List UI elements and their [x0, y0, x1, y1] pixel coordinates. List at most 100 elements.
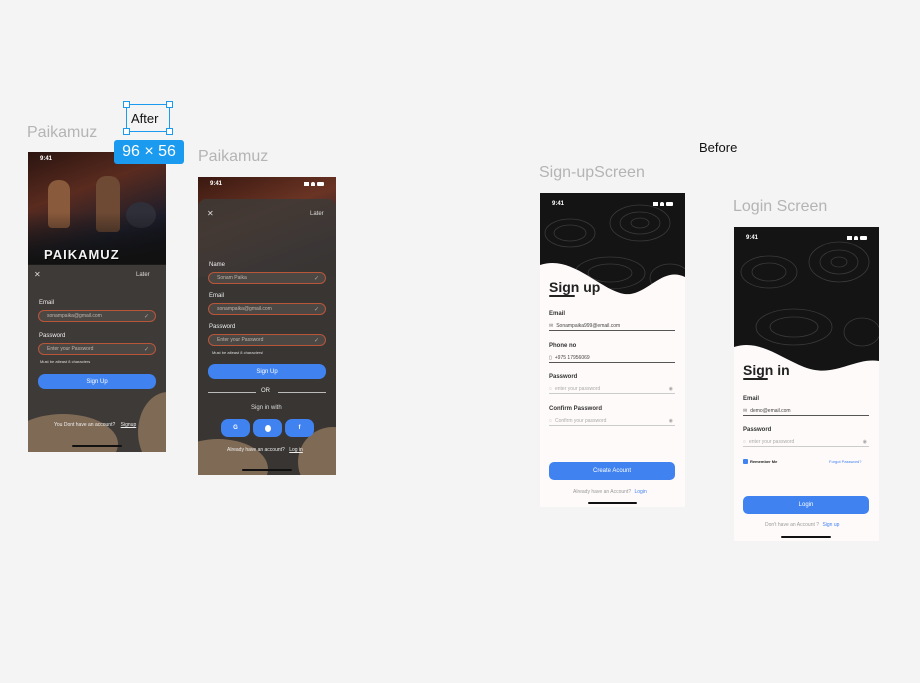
password-placeholder: Enter your Password [47, 346, 94, 352]
battery-icon [317, 182, 324, 186]
name-field[interactable]: Sonam Paika ✓ [208, 272, 326, 284]
title-underline [549, 295, 575, 297]
email-field[interactable]: ✉ demo@email.com [743, 406, 869, 416]
confirm-password-label: Confirm Password [549, 406, 603, 412]
create-account-button[interactable]: Create Acount [549, 462, 675, 480]
footer: Already have an Account? Login [573, 489, 647, 495]
google-icon[interactable]: G [221, 419, 250, 437]
wifi-icon [660, 202, 664, 206]
email-label: Email [209, 293, 225, 299]
login-link[interactable]: Login [635, 489, 647, 495]
password-hint: Must be atleast 8 characters [40, 359, 91, 364]
password-field[interactable]: ◌ enter your password ◉ [549, 384, 675, 394]
before-text[interactable]: Before [699, 140, 737, 155]
or-text: OR [261, 388, 270, 394]
login-button[interactable]: Login [743, 496, 869, 514]
home-indicator [588, 502, 637, 504]
confirm-password-field[interactable]: ◌ Confirm your password ◉ [549, 416, 675, 426]
name-value: Sonam Paika [217, 275, 247, 281]
password-label: Password [39, 333, 66, 339]
email-value: sonampaika@gmail.com [47, 313, 102, 319]
frame-label-paikamuz-after[interactable]: Paikamuz [27, 124, 97, 142]
apple-icon[interactable] [253, 419, 282, 437]
email-value: demo@email.com [750, 407, 791, 414]
status-bar: 9:41 [734, 231, 879, 245]
resize-handle[interactable] [166, 101, 173, 108]
remember-me[interactable]: Remember Me [743, 459, 777, 464]
phone-label: Phone no [549, 343, 577, 349]
check-icon: ✓ [143, 347, 149, 353]
email-field[interactable]: sonampaika@gmail.com ✓ [38, 310, 156, 322]
password-field[interactable]: Enter your Password ✓ [38, 343, 156, 355]
remember-label: Remember Me [750, 459, 778, 464]
selected-text-after[interactable]: After [131, 111, 158, 126]
selection-box[interactable]: After [123, 101, 173, 135]
name-label: Name [209, 262, 226, 268]
eye-icon[interactable]: ◉ [669, 386, 673, 392]
phone-icon: ▯ [549, 354, 552, 361]
close-icon[interactable]: ✕ [34, 270, 41, 279]
home-indicator [72, 445, 122, 447]
battery-icon [860, 236, 867, 240]
page-title: Sign up [549, 279, 601, 295]
password-placeholder: enter your password [554, 385, 601, 392]
wifi-icon [311, 182, 315, 186]
email-label: Email [39, 300, 55, 306]
password-field[interactable]: ◌ enter your password ◉ [743, 437, 869, 447]
close-icon[interactable]: ✕ [207, 209, 214, 218]
eye-icon[interactable]: ◉ [669, 418, 673, 424]
signup-link[interactable]: Sign up [822, 522, 839, 528]
forgot-password-link[interactable]: Forgot Password? [829, 459, 861, 464]
email-field[interactable]: ✉ Sonampaika999@email.com [549, 321, 675, 331]
email-label: Email [549, 311, 566, 317]
facebook-icon[interactable]: f [285, 419, 314, 437]
resize-handle[interactable] [166, 128, 173, 135]
checkbox[interactable] [743, 459, 748, 464]
password-field[interactable]: Enter your Password ✓ [208, 334, 326, 346]
footer-text: Don't have an Account ? [765, 522, 820, 528]
divider [278, 392, 326, 393]
email-field[interactable]: sonampaika@gmail.com ✓ [208, 303, 326, 315]
sign-in-with-text: Sign in with [251, 405, 282, 411]
divider [208, 392, 256, 393]
login-link[interactable]: Log in [289, 447, 303, 453]
signup-screen: 9:41 Sign up Email ✉ Sonampaika999@email… [540, 193, 685, 507]
footer-text: Already have an Account? [573, 489, 632, 495]
later-button[interactable]: Later [136, 272, 150, 278]
phone-value: +975 17956069 [554, 354, 590, 361]
footer: You Dont have an account? Signup [54, 422, 136, 428]
frame-label-login-screen[interactable]: Login Screen [733, 198, 827, 216]
frame-label-signup-screen[interactable]: Sign-upScreen [539, 164, 645, 182]
signal-icon [653, 202, 658, 206]
signup-button[interactable]: Sign Up [38, 374, 156, 389]
frame-label-paikamuz[interactable]: Paikamuz [198, 148, 268, 166]
check-icon: ✓ [143, 314, 149, 320]
phone-field[interactable]: ▯ +975 17956069 [549, 353, 675, 363]
status-bar: 9:41 [540, 197, 685, 211]
signal-icon [304, 182, 309, 186]
title-underline [743, 378, 768, 380]
status-bar: 9:41 [198, 177, 336, 191]
size-badge: 96 × 56 [114, 140, 184, 164]
password-label: Password [209, 324, 236, 330]
status-time: 9:41 [552, 201, 565, 207]
home-indicator [781, 536, 831, 538]
resize-handle[interactable] [123, 101, 130, 108]
email-value: Sonampaika999@email.com [556, 322, 621, 329]
signup-link[interactable]: Signup [121, 422, 137, 428]
signal-icon [847, 236, 852, 240]
email-value: sonampaika@gmail.com [217, 306, 272, 312]
battery-icon [666, 202, 673, 206]
phone-after-signup: 9:41 ✕ Later Name Sonam Paika ✓ Email so… [198, 177, 336, 475]
footer: Already have an account? Log in [227, 447, 303, 453]
mail-icon: ✉ [743, 407, 748, 414]
status-time: 9:41 [210, 181, 223, 187]
later-button[interactable]: Later [310, 211, 324, 217]
resize-handle[interactable] [123, 128, 130, 135]
password-placeholder: Enter your Password [217, 337, 264, 343]
check-icon: ✓ [313, 276, 319, 282]
eye-icon[interactable]: ◉ [863, 439, 867, 445]
lock-icon: ◌ [549, 385, 552, 392]
signup-button[interactable]: Sign Up [208, 364, 326, 379]
check-icon: ✓ [313, 307, 319, 313]
